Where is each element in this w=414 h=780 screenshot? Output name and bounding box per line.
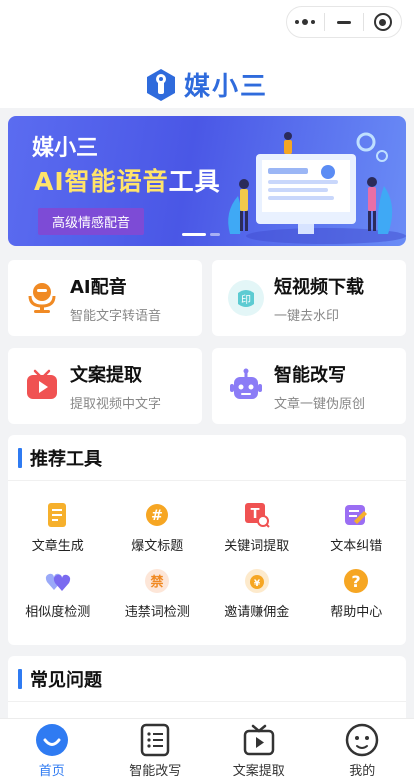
recommend-header: 推荐工具 (8, 435, 406, 481)
home-smile-icon (35, 723, 69, 757)
brand-header: 媒小三 (0, 66, 414, 103)
tool-grid: 文章生成 # 爆文标题 T 关键词提取 文本纠错 相似度检测 禁 违禁词检测 ¥… (8, 481, 406, 633)
play-icon (22, 366, 62, 406)
tool-keyword-extract[interactable]: T 关键词提取 (207, 501, 307, 567)
hearts-icon (44, 567, 72, 595)
tab-label: 智能改写 (129, 764, 182, 779)
banner-headline-highlight: AI智能语音 (34, 167, 169, 196)
section-title: 推荐工具 (30, 448, 102, 470)
feature-subtitle: 智能文字转语音 (70, 308, 162, 324)
feature-card-ai-dubbing[interactable]: AI配音 智能文字转语音 (8, 260, 202, 336)
tool-label: 相似度检测 (25, 605, 91, 620)
promo-banner[interactable]: 媒小三 AI智能语音工具 高级情感配音 (8, 116, 406, 246)
edit-icon (342, 501, 370, 529)
tab-copy-extract[interactable]: 文案提取 (207, 719, 311, 780)
document-icon (44, 501, 72, 529)
feature-card-smart-rewrite[interactable]: 智能改写 文章一键伪原创 (212, 348, 406, 424)
tab-label: 我的 (349, 764, 376, 779)
feature-subtitle: 一键去水印 (274, 308, 340, 324)
section-accent-bar (18, 668, 22, 689)
rewrite-document-icon (138, 723, 172, 757)
svg-text:?: ? (352, 572, 361, 591)
banner-pagination (182, 233, 220, 236)
target-icon (373, 13, 392, 31)
feature-title: 智能改写 (274, 364, 346, 386)
banner-headline-rest: 工具 (168, 167, 221, 196)
minus-icon (336, 20, 351, 24)
feature-title: AI配音 (70, 276, 127, 298)
section-title: 常见问题 (30, 669, 102, 691)
coin-icon: ¥ (243, 567, 271, 595)
tool-label: 邀请赚佣金 (224, 605, 290, 620)
bottom-tab-bar: 首页 智能改写 文案提取 我的 (0, 718, 414, 780)
banner-headline: AI智能语音工具 (34, 162, 221, 198)
tool-article-generate[interactable]: 文章生成 (8, 501, 108, 567)
tv-play-icon (242, 723, 276, 757)
profile-face-icon (345, 723, 379, 757)
banner-illustration (228, 132, 406, 244)
svg-text:禁: 禁 (151, 574, 164, 590)
feature-card-video-download[interactable]: 印 短视频下载 一键去水印 (212, 260, 406, 336)
feature-title: 文案提取 (70, 364, 142, 386)
feature-title: 短视频下载 (274, 276, 364, 298)
tool-label: 帮助中心 (330, 605, 383, 620)
banner-title: 媒小三 (32, 136, 99, 161)
feature-subtitle: 提取视频中文字 (70, 396, 162, 412)
microphone-icon (22, 278, 62, 318)
svg-text:¥: ¥ (254, 579, 261, 589)
recommend-panel: 推荐工具 文章生成 # 爆文标题 T 关键词提取 文本纠错 相似度检测 禁 违禁… (8, 435, 406, 645)
tab-smart-rewrite[interactable]: 智能改写 (104, 719, 208, 780)
tab-profile[interactable]: 我的 (311, 719, 414, 780)
robot-icon (226, 366, 266, 406)
tool-invite-commission[interactable]: ¥ 邀请赚佣金 (207, 567, 307, 633)
feature-card-copy-extract[interactable]: 文案提取 提取视频中文字 (8, 348, 202, 424)
close-program-button[interactable] (365, 8, 401, 36)
tool-label: 文章生成 (31, 539, 84, 554)
tool-label: 爆文标题 (131, 539, 184, 554)
banner-dot-active[interactable] (182, 233, 206, 236)
stamp-icon: 印 (226, 278, 266, 318)
tool-text-correction[interactable]: 文本纠错 (307, 501, 407, 567)
keyword-icon: T (243, 501, 271, 529)
svg-text:印: 印 (241, 294, 251, 306)
tool-similarity-check[interactable]: 相似度检测 (8, 567, 108, 633)
tool-label: 关键词提取 (224, 539, 290, 554)
top-bar: 媒小三 (0, 0, 414, 108)
forbidden-icon: 禁 (143, 567, 171, 595)
brand-name: 媒小三 (183, 72, 268, 102)
tool-label: 文本纠错 (330, 539, 383, 554)
faq-panel: 常见问题 (8, 656, 406, 726)
tab-label: 文案提取 (232, 764, 285, 779)
tool-forbidden-words[interactable]: 禁 违禁词检测 (108, 567, 208, 633)
tool-help-center[interactable]: ? 帮助中心 (307, 567, 407, 633)
question-icon: ? (342, 567, 370, 595)
more-menu-button[interactable] (287, 8, 323, 36)
hashtag-icon: # (143, 501, 171, 529)
svg-text:#: # (151, 508, 163, 524)
tool-hot-title[interactable]: # 爆文标题 (108, 501, 208, 567)
mini-program-capsule (286, 6, 402, 38)
banner-tag: 高级情感配音 (38, 208, 145, 235)
feature-subtitle: 文章一键伪原创 (274, 396, 366, 412)
tab-home[interactable]: 首页 (0, 719, 104, 780)
minimize-button[interactable] (326, 8, 362, 36)
faq-header[interactable]: 常见问题 (8, 656, 406, 702)
tool-label: 违禁词检测 (124, 605, 190, 620)
more-dots-icon (295, 19, 316, 25)
section-accent-bar (18, 447, 22, 468)
tab-label: 首页 (38, 764, 65, 779)
banner-dot[interactable] (210, 233, 220, 236)
brand-logo-icon (146, 68, 175, 101)
